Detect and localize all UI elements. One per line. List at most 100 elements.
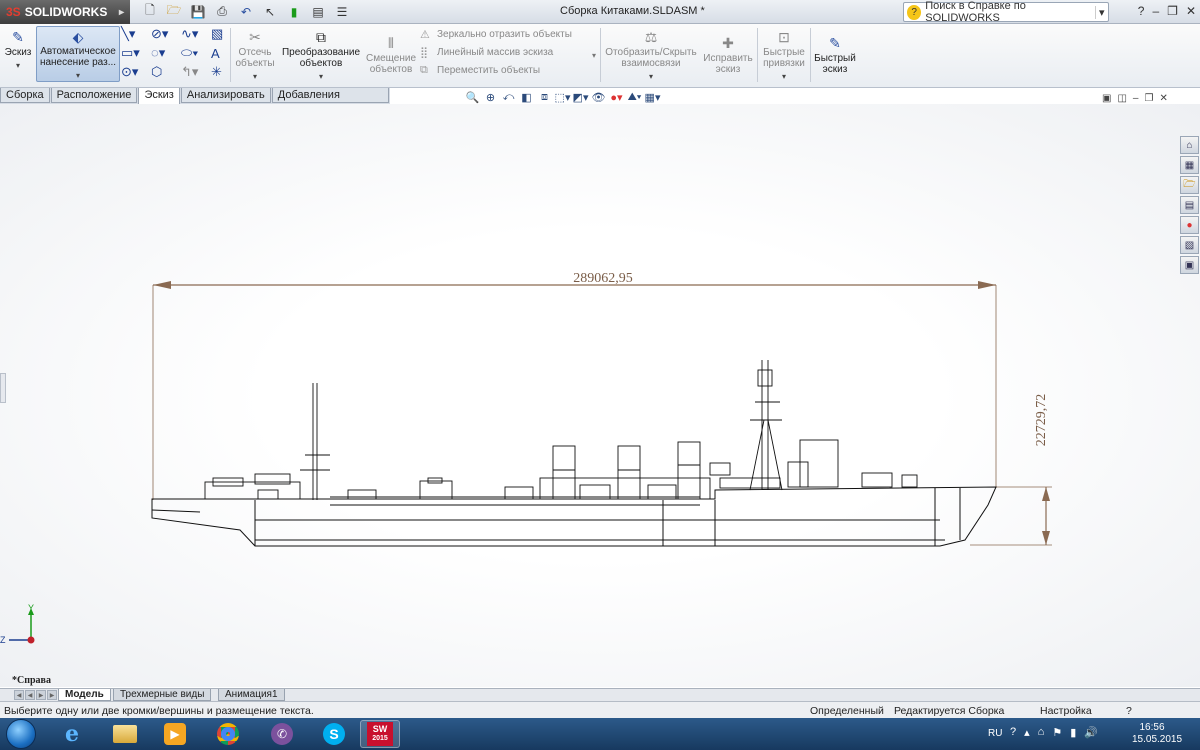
start-button[interactable]: [6, 719, 36, 749]
internet-explorer-icon[interactable]: e: [52, 720, 92, 748]
chevron-down-icon[interactable]: ▾: [16, 60, 20, 71]
length-dimension-value[interactable]: 289062,95: [573, 271, 633, 286]
text-icon[interactable]: A: [211, 45, 231, 61]
show-relations-button[interactable]: ⚖ Отобразить/Скрыть взаимосвязи ▾: [604, 28, 698, 82]
doc-minimize-icon[interactable]: –: [1133, 93, 1139, 104]
rapid-sketch-button[interactable]: ✎ Быстрый эскиз: [812, 34, 858, 76]
tile-icon[interactable]: ▣: [1102, 93, 1111, 104]
save-icon[interactable]: 💾: [188, 3, 208, 20]
file-properties-icon[interactable]: ▤: [308, 3, 328, 20]
next-tab-icon[interactable]: ▶: [36, 690, 46, 700]
rapid-sketch-label: Быстрый эскиз: [814, 53, 856, 75]
doc-restore-icon[interactable]: ❐: [1144, 93, 1153, 104]
move-entities-item[interactable]: ⧉ Переместить объекты: [420, 63, 572, 77]
solidworks-taskbar-icon[interactable]: SW 2015: [360, 720, 400, 748]
signal-icon[interactable]: ▮: [1070, 726, 1076, 739]
status-help-icon[interactable]: ?: [1126, 703, 1132, 719]
show-hidden-icon[interactable]: ▴: [1024, 726, 1030, 739]
tab-addins[interactable]: Добавления SOLIDWORKS: [271, 88, 389, 115]
doc-close-icon[interactable]: ✕: [1159, 93, 1167, 104]
point-icon[interactable]: ✳: [211, 64, 231, 80]
open-folder-icon[interactable]: 🗁: [164, 3, 184, 20]
arc-icon[interactable]: ◌▾: [151, 45, 181, 61]
design-library-icon[interactable]: ▦: [1180, 156, 1199, 174]
skype-icon[interactable]: S: [314, 720, 354, 748]
tab-assembly[interactable]: Сборка: [0, 88, 50, 103]
line-icon[interactable]: ╲▾: [121, 26, 151, 42]
appearances-icon[interactable]: ●: [1180, 216, 1199, 234]
polygon-icon[interactable]: ⬡: [151, 64, 181, 80]
tab-model[interactable]: Модель: [58, 689, 111, 701]
media-player-icon[interactable]: ▶: [155, 720, 195, 748]
restore-icon[interactable]: ❐: [1167, 4, 1178, 18]
chevron-down-icon[interactable]: ▾: [253, 71, 257, 82]
chrome-icon[interactable]: [208, 720, 248, 748]
tab-evaluate[interactable]: Анализировать: [180, 88, 271, 103]
chevron-down-icon[interactable]: ▾: [592, 51, 596, 60]
prev-tab-icon[interactable]: ◀: [25, 690, 35, 700]
rebuild-icon[interactable]: ▮: [284, 3, 304, 20]
offset-entities-button[interactable]: ⫴ Смещение объектов: [366, 34, 416, 76]
tab-layout[interactable]: Расположение: [50, 88, 138, 103]
ellipse-icon[interactable]: ⬭▾: [181, 45, 211, 61]
cascade-icon[interactable]: ◫: [1117, 93, 1126, 104]
height-dimension-value[interactable]: 22729,72: [1034, 394, 1049, 447]
chevron-down-icon[interactable]: ▾: [319, 71, 323, 82]
smart-dimension-button[interactable]: ⬖ Автоматическое нанесение раз... ▾: [36, 26, 120, 82]
home-icon[interactable]: ⌂: [1180, 136, 1199, 154]
height-dimension[interactable]: [970, 486, 1052, 546]
help-search-box[interactable]: ? Поиск в Справке по SOLIDWORKS ▾: [903, 0, 1109, 24]
menu-arrow-icon[interactable]: ▸: [119, 7, 124, 18]
graphics-area[interactable]: 289062,95 22729,72 Y Z: [0, 104, 1200, 687]
view-palette-icon[interactable]: ▤: [1180, 196, 1199, 214]
solidworks-forum-icon[interactable]: ▣: [1180, 256, 1199, 274]
last-tab-icon[interactable]: ▶: [47, 690, 57, 700]
new-document-icon[interactable]: 🗋: [140, 3, 160, 20]
file-explorer-icon[interactable]: [105, 720, 145, 748]
custom-properties-icon[interactable]: ▧: [1180, 236, 1199, 254]
status-settings[interactable]: Настройка: [1040, 703, 1092, 719]
undo-icon[interactable]: ↶: [236, 3, 256, 20]
help-tray-icon[interactable]: ?: [1010, 726, 1016, 739]
rectangle-icon[interactable]: ▭▾: [121, 45, 151, 61]
hatch-icon[interactable]: ▧: [211, 26, 231, 42]
sketch-button[interactable]: ✎ Эскиз ▾: [2, 28, 34, 71]
linear-pattern-item[interactable]: ⣿ Линейный массив эскиза: [420, 45, 572, 59]
document-window-controls: ▣ ◫ – ❐ ✕: [1102, 93, 1168, 104]
help-icon[interactable]: ?: [1138, 4, 1145, 18]
ship-hull[interactable]: [151, 486, 997, 547]
minimize-icon[interactable]: –: [1152, 4, 1159, 18]
repair-sketch-button[interactable]: ✚ Исправить эскиз: [702, 34, 754, 76]
print-icon[interactable]: ⎙: [212, 3, 232, 20]
solidworks-logo[interactable]: 3S SOLIDWORKS ▸: [0, 0, 130, 24]
mirror-entities-item[interactable]: ⚠ Зеркально отразить объекты: [420, 27, 572, 41]
select-arrow-icon[interactable]: ↖: [260, 3, 280, 20]
close-icon[interactable]: ✕: [1186, 4, 1196, 18]
slot-icon[interactable]: ⊙▾: [121, 64, 151, 80]
tab-animation[interactable]: Анимация1: [218, 689, 285, 701]
trim-button[interactable]: ✂ Отсечь объекты ▾: [234, 28, 276, 82]
chevron-down-icon[interactable]: ▾: [782, 71, 786, 82]
tab-3d-views[interactable]: Трехмерные виды: [113, 689, 212, 701]
action-center-icon[interactable]: ⚑: [1052, 726, 1062, 739]
quick-snaps-button[interactable]: ⊡ Быстрые привязки ▾: [760, 28, 808, 82]
first-tab-icon[interactable]: ◀: [14, 690, 24, 700]
language-indicator[interactable]: RU: [988, 728, 1002, 739]
circle-icon[interactable]: ⊘▾: [151, 26, 181, 42]
viber-icon[interactable]: ✆: [262, 720, 302, 748]
volume-icon[interactable]: 🔊: [1084, 726, 1098, 739]
tab-sketch[interactable]: Эскиз: [138, 88, 180, 105]
options-icon[interactable]: ☰: [332, 3, 352, 20]
file-explorer-icon[interactable]: 🗁: [1180, 176, 1199, 194]
convert-entities-button[interactable]: ⧉ Преобразование объектов ▾: [280, 28, 362, 82]
chevron-down-icon[interactable]: ▾: [76, 70, 80, 81]
feature-manager-handle[interactable]: [0, 373, 6, 403]
clock[interactable]: 16:56 15.05.2015: [1132, 722, 1182, 746]
chevron-down-icon[interactable]: ▾: [649, 71, 653, 82]
network-icon[interactable]: ⌂: [1038, 726, 1045, 739]
length-dimension[interactable]: [152, 281, 997, 500]
fillet-icon[interactable]: ↰▾: [181, 64, 211, 80]
chevron-down-icon[interactable]: ▾: [1094, 5, 1108, 19]
ship-superstructure[interactable]: [204, 360, 918, 500]
spline-icon[interactable]: ∿▾: [181, 26, 211, 42]
